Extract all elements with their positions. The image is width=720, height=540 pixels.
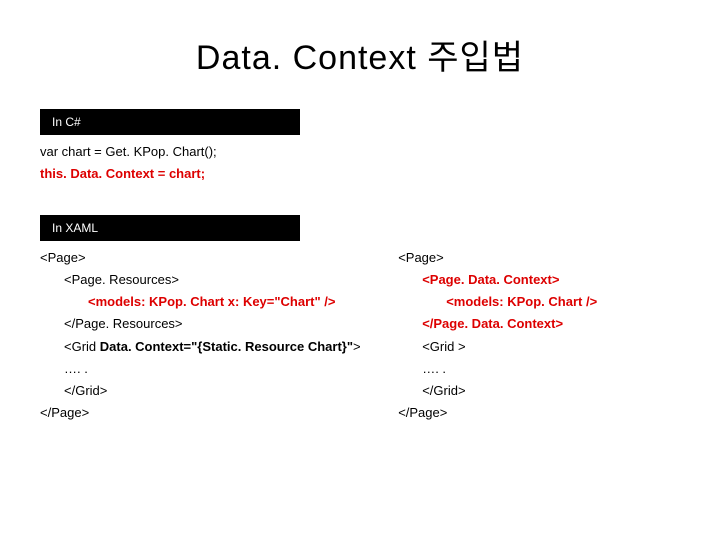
xaml-columns: <Page> <Page. Resources> <models: KPop. … xyxy=(40,247,680,424)
code-line-highlight: <models: KPop. Chart x: Key="Chart" /> xyxy=(40,291,378,313)
code-line: </Page> xyxy=(40,402,378,424)
xaml-left-column: <Page> <Page. Resources> <models: KPop. … xyxy=(40,247,378,424)
code-line: <Page. Resources> xyxy=(40,269,378,291)
xaml-right-column: <Page> <Page. Data. Context> <models: KP… xyxy=(398,247,680,424)
code-line: <Page> xyxy=(40,247,378,269)
code-line-highlight: <Page. Data. Context> xyxy=(398,269,680,291)
code-line: <Page> xyxy=(398,247,680,269)
code-span-bold: Data. Context="{Static. Resource Chart}" xyxy=(100,339,353,354)
csharp-code: var chart = Get. KPop. Chart(); this. Da… xyxy=(40,141,680,185)
code-line: …. . xyxy=(398,358,680,380)
page-title: Data. Context 주입법 xyxy=(40,30,680,79)
code-span: <Grid xyxy=(64,339,100,354)
code-line-highlight: </Page. Data. Context> xyxy=(398,313,680,335)
code-line: </Grid> xyxy=(398,380,680,402)
code-line: …. . xyxy=(40,358,378,380)
code-line: var chart = Get. KPop. Chart(); xyxy=(40,141,680,163)
xaml-label: In XAML xyxy=(40,215,300,241)
code-span: > xyxy=(353,339,361,354)
code-line: <Grid > xyxy=(398,336,680,358)
code-line: </Page. Resources> xyxy=(40,313,378,335)
code-line: </Grid> xyxy=(40,380,378,402)
code-line: </Page> xyxy=(398,402,680,424)
csharp-label: In C# xyxy=(40,109,300,135)
code-line-highlight: this. Data. Context = chart; xyxy=(40,163,680,185)
code-line-highlight: <models: KPop. Chart /> xyxy=(398,291,680,313)
code-line: <Grid Data. Context="{Static. Resource C… xyxy=(40,336,378,358)
